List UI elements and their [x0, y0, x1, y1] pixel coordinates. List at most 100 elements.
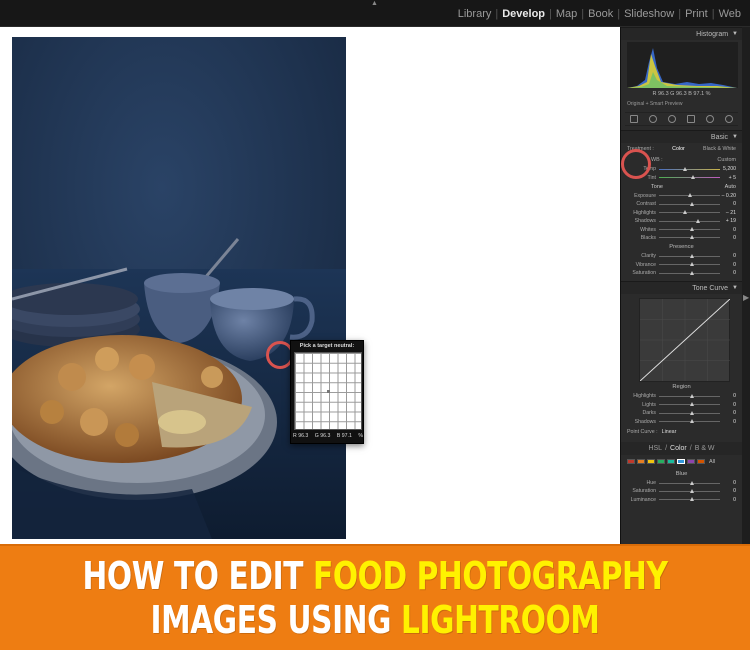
- slider-knob[interactable]: [689, 402, 694, 407]
- region-shadows-slider[interactable]: [659, 419, 720, 424]
- tone-curve-header[interactable]: Tone Curve ▼: [621, 281, 742, 295]
- slider-knob[interactable]: [689, 393, 694, 398]
- slider-knob[interactable]: [689, 262, 694, 267]
- graduated-filter-icon[interactable]: [686, 115, 695, 123]
- hsl-luminance-row[interactable]: Luminance 0: [621, 496, 742, 504]
- tone-blacks-slider[interactable]: [659, 235, 720, 240]
- region-darks-value[interactable]: 0: [720, 410, 736, 416]
- region-lights-slider[interactable]: [659, 402, 720, 407]
- module-map[interactable]: Map: [553, 8, 580, 20]
- temp-slider[interactable]: [659, 166, 720, 171]
- region-lights-value[interactable]: 0: [720, 402, 736, 408]
- presence-vibrance-row[interactable]: Vibrance 0: [621, 261, 742, 269]
- basic-header[interactable]: Basic ▼: [621, 130, 742, 143]
- slider-knob[interactable]: [689, 235, 694, 240]
- color-swatch[interactable]: [647, 459, 655, 465]
- color-swatch[interactable]: [657, 459, 665, 465]
- slider-knob[interactable]: [689, 497, 694, 502]
- presence-clarity-slider[interactable]: [659, 253, 720, 258]
- tone-contrast-slider[interactable]: [659, 201, 720, 206]
- region-darks-row[interactable]: Darks 0: [621, 409, 742, 417]
- collapse-right-panel-icon[interactable]: ▶: [743, 293, 749, 302]
- tone-highlights-value[interactable]: – 21: [720, 210, 736, 216]
- module-book[interactable]: Book: [585, 8, 616, 20]
- slider-knob[interactable]: [689, 488, 694, 493]
- tone-curve-graph[interactable]: [639, 298, 730, 383]
- tone-highlights-slider[interactable]: [659, 210, 720, 215]
- histogram-header[interactable]: Histogram ▼: [621, 27, 742, 40]
- slider-knob[interactable]: [689, 410, 694, 415]
- region-highlights-value[interactable]: 0: [720, 393, 736, 399]
- tone-shadows-row[interactable]: Shadows + 19: [621, 217, 742, 225]
- module-slideshow[interactable]: Slideshow: [621, 8, 677, 20]
- all-colors-button[interactable]: All: [709, 459, 715, 465]
- region-highlights-row[interactable]: Highlights 0: [621, 392, 742, 400]
- tone-blacks-row[interactable]: Blacks 0: [621, 234, 742, 242]
- auto-tone-button[interactable]: Auto: [725, 184, 736, 190]
- develop-canvas[interactable]: Pick a target neutral: R 96.3 G 96.3 B 9…: [0, 27, 620, 544]
- slider-knob[interactable]: [689, 270, 694, 275]
- slider-knob[interactable]: [689, 227, 694, 232]
- point-curve-select[interactable]: Linear: [662, 429, 677, 435]
- slider-knob[interactable]: [695, 218, 700, 223]
- treatment-bw-option[interactable]: Black & White: [703, 146, 736, 152]
- collapse-histogram-icon[interactable]: ▼: [732, 31, 738, 37]
- hsl-hue-slider[interactable]: [659, 480, 720, 485]
- slider-knob[interactable]: [689, 419, 694, 424]
- region-darks-slider[interactable]: [659, 410, 720, 415]
- slider-knob[interactable]: [689, 201, 694, 206]
- radial-filter-icon[interactable]: [705, 115, 714, 123]
- slider-knob[interactable]: [688, 193, 693, 198]
- presence-saturation-row[interactable]: Saturation 0: [621, 269, 742, 277]
- tone-exposure-row[interactable]: Exposure – 0.20: [621, 192, 742, 200]
- collapse-basic-icon[interactable]: ▼: [732, 134, 738, 140]
- tone-shadows-value[interactable]: + 19: [720, 218, 736, 224]
- region-shadows-row[interactable]: Shadows 0: [621, 417, 742, 425]
- color-swatch[interactable]: [627, 459, 635, 465]
- slider-knob[interactable]: [683, 210, 688, 215]
- collapse-tone-curve-icon[interactable]: ▼: [732, 285, 738, 291]
- module-web[interactable]: Web: [716, 8, 744, 20]
- hsl-saturation-row[interactable]: Saturation 0: [621, 487, 742, 495]
- color-tab[interactable]: Color: [670, 445, 687, 452]
- hsl-saturation-slider[interactable]: [659, 488, 720, 493]
- presence-clarity-value[interactable]: 0: [720, 253, 736, 259]
- red-eye-tool-icon[interactable]: [668, 115, 677, 123]
- hsl-hue-row[interactable]: Hue 0: [621, 479, 742, 487]
- color-swatch[interactable]: [677, 459, 685, 465]
- presence-vibrance-slider[interactable]: [659, 262, 720, 267]
- tone-contrast-value[interactable]: 0: [720, 201, 736, 207]
- tone-shadows-slider[interactable]: [659, 218, 720, 223]
- color-swatch[interactable]: [697, 459, 705, 465]
- tint-value[interactable]: + 5: [720, 175, 736, 181]
- color-swatch[interactable]: [637, 459, 645, 465]
- presence-clarity-row[interactable]: Clarity 0: [621, 252, 742, 260]
- module-develop[interactable]: Develop: [499, 8, 548, 20]
- module-print[interactable]: Print: [682, 8, 711, 20]
- tint-slider[interactable]: [659, 175, 720, 180]
- temp-value[interactable]: 5,200: [720, 166, 736, 172]
- bw-tab[interactable]: B & W: [695, 445, 715, 452]
- hsl-tab[interactable]: HSL: [648, 445, 662, 452]
- module-library[interactable]: Library: [455, 8, 495, 20]
- hsl-luminance-slider[interactable]: [659, 497, 720, 502]
- region-highlights-slider[interactable]: [659, 393, 720, 398]
- region-shadows-value[interactable]: 0: [720, 419, 736, 425]
- spot-removal-tool-icon[interactable]: [649, 115, 658, 123]
- wb-preset-select[interactable]: Custom: [717, 157, 736, 163]
- tone-whites-row[interactable]: Whites 0: [621, 225, 742, 233]
- tone-blacks-value[interactable]: 0: [720, 235, 736, 241]
- treatment-color-option[interactable]: Color: [672, 146, 685, 152]
- color-swatch[interactable]: [687, 459, 695, 465]
- presence-saturation-value[interactable]: 0: [720, 270, 736, 276]
- region-lights-row[interactable]: Lights 0: [621, 401, 742, 409]
- tone-exposure-slider[interactable]: [659, 193, 720, 198]
- color-swatch[interactable]: [667, 459, 675, 465]
- tone-whites-value[interactable]: 0: [720, 227, 736, 233]
- presence-saturation-slider[interactable]: [659, 270, 720, 275]
- tone-exposure-value[interactable]: – 0.20: [720, 193, 736, 199]
- apple-pie-photo[interactable]: [12, 37, 346, 539]
- crop-tool-icon[interactable]: [630, 115, 639, 123]
- tone-whites-slider[interactable]: [659, 227, 720, 232]
- adjustment-brush-icon[interactable]: [724, 115, 733, 123]
